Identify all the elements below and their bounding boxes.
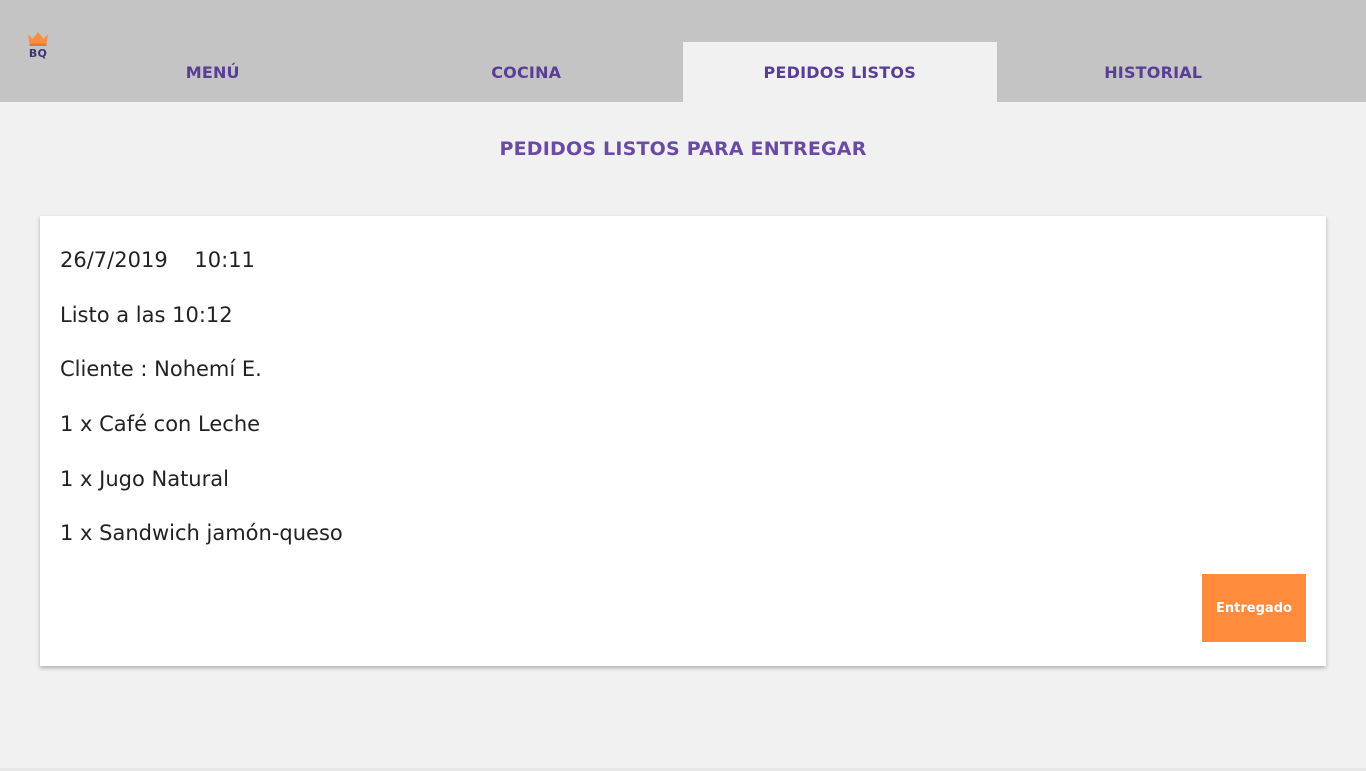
order-datetime: 26/7/2019 10:11 (60, 248, 255, 272)
delivered-button[interactable]: Entregado (1202, 574, 1306, 642)
nav-tabs: MENÚ COCINA PEDIDOS LISTOS HISTORIAL (56, 42, 1310, 102)
tab-pedidos-listos[interactable]: PEDIDOS LISTOS (683, 42, 997, 102)
order-item: 1 x Jugo Natural (60, 467, 229, 491)
crown-icon (27, 30, 49, 46)
order-card: 26/7/2019 10:11 Listo a las 10:12 Client… (40, 216, 1326, 666)
tab-historial[interactable]: HISTORIAL (997, 42, 1311, 102)
tab-label: PEDIDOS LISTOS (763, 62, 916, 82)
tab-cocina[interactable]: COCINA (370, 42, 684, 102)
order-ready-time: Listo a las 10:12 (60, 303, 233, 327)
brand-logo-text: BQ (28, 47, 48, 60)
tab-label: COCINA (491, 62, 562, 82)
tab-menu[interactable]: MENÚ (56, 42, 370, 102)
top-navigation-bar: BQ MENÚ COCINA PEDIDOS LISTOS HISTORIAL (0, 0, 1366, 102)
order-time: 10:11 (194, 248, 255, 272)
tab-label: MENÚ (185, 62, 240, 82)
order-item: 1 x Sandwich jamón-queso (60, 521, 343, 545)
tab-label: HISTORIAL (1104, 62, 1203, 82)
order-item: 1 x Café con Leche (60, 412, 261, 436)
brand-logo[interactable]: BQ (24, 30, 52, 70)
order-date: 26/7/2019 (60, 248, 168, 272)
page-title: PEDIDOS LISTOS PARA ENTREGAR (499, 138, 867, 160)
order-client: Cliente : Nohemí E. (60, 357, 262, 381)
